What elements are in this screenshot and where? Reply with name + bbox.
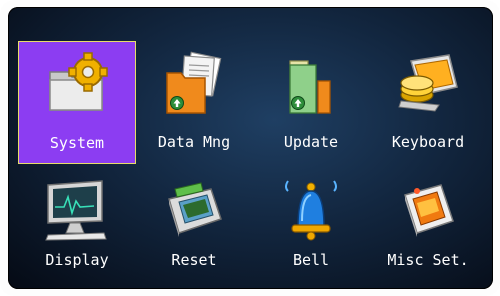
main-menu-grid: System Data Mng Update Keyboard Display … — [8, 7, 493, 289]
bell-icon — [285, 180, 337, 241]
menu-item-misc-set[interactable]: Misc Set. — [369, 167, 487, 289]
reset-device-icon — [168, 182, 222, 237]
menu-item-label: System — [49, 134, 105, 152]
menu-item-label: Display — [45, 251, 109, 269]
menu-item-update[interactable]: Update — [252, 41, 370, 164]
keyboard-icon — [398, 54, 458, 112]
menu-item-label: Keyboard — [391, 133, 465, 151]
lcd-screen: System Data Mng Update Keyboard Display … — [8, 7, 493, 289]
device-frame: System Data Mng Update Keyboard Display … — [0, 0, 500, 296]
folder-gear-icon — [49, 52, 108, 111]
menu-item-label: Data Mng — [157, 133, 231, 151]
misc-settings-icon — [404, 184, 454, 237]
menu-item-system[interactable]: System — [18, 41, 136, 164]
menu-item-display[interactable]: Display — [18, 167, 136, 289]
menu-item-data-mng[interactable]: Data Mng — [135, 41, 253, 164]
menu-item-keyboard[interactable]: Keyboard — [369, 41, 487, 164]
menu-item-bell[interactable]: Bell — [252, 167, 370, 289]
menu-item-label: Update — [283, 133, 339, 151]
menu-item-label: Bell — [292, 251, 330, 269]
menu-item-label: Reset — [171, 251, 217, 269]
data-folder-icon — [166, 51, 222, 114]
update-folder-icon — [289, 60, 331, 114]
menu-item-reset[interactable]: Reset — [135, 167, 253, 289]
monitor-icon — [45, 180, 107, 241]
menu-item-label: Misc Set. — [387, 251, 469, 269]
